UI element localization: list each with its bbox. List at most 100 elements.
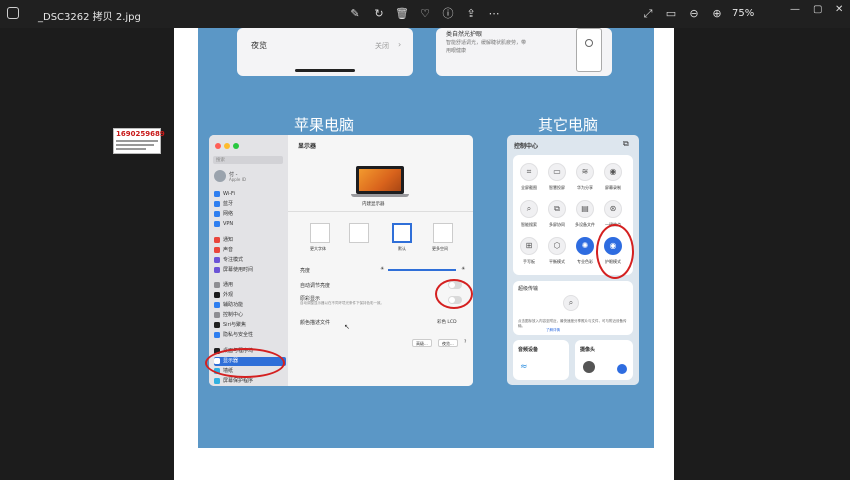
share-button[interactable]: ≋ bbox=[576, 163, 594, 181]
advanced-button[interactable]: 高级... bbox=[412, 339, 432, 347]
sidebar-item-notifications[interactable]: 通知 bbox=[214, 236, 286, 245]
learn-more-link[interactable]: 了解详情 bbox=[546, 328, 560, 333]
balance-mode-button[interactable]: ⬡ bbox=[548, 237, 566, 255]
appearance-icon bbox=[214, 291, 220, 298]
search-input[interactable]: 搜索 bbox=[213, 156, 283, 164]
screenshot-button[interactable]: ⌗ bbox=[520, 163, 538, 181]
sidebar-item-control-center[interactable]: 控制中心 bbox=[214, 311, 286, 320]
avatar[interactable] bbox=[214, 170, 226, 182]
sidebar-item-sound[interactable]: 声音 bbox=[214, 246, 286, 255]
sidebar-item-screentime[interactable]: 屏幕使用时间 bbox=[214, 266, 286, 275]
annotation-circle-eye-care bbox=[596, 224, 634, 279]
power-icon[interactable] bbox=[617, 364, 627, 374]
camera-icon bbox=[583, 361, 595, 373]
zoom-in-icon[interactable]: ⊕ bbox=[709, 6, 725, 22]
edit-icon[interactable]: ✎ bbox=[347, 6, 363, 22]
advanced-button-label: 高级... bbox=[416, 341, 428, 346]
mode-larger-text[interactable] bbox=[310, 223, 330, 243]
help-button[interactable]: ? bbox=[464, 340, 466, 345]
camera-card[interactable]: 摄像头 bbox=[575, 340, 633, 380]
minimize-dot[interactable] bbox=[224, 143, 230, 149]
sidebar-label: 隐私与安全性 bbox=[223, 332, 254, 338]
bluetooth-icon bbox=[214, 200, 220, 207]
night-shift-value[interactable]: 关闭 bbox=[375, 41, 389, 51]
night-shift-button-label: 夜览... bbox=[442, 341, 454, 346]
divider bbox=[288, 211, 473, 212]
mode-medium[interactable] bbox=[349, 223, 369, 243]
sidebar-item-focus[interactable]: 专注模式 bbox=[214, 256, 286, 265]
network-icon bbox=[214, 210, 220, 217]
control-center-title: 控制中心 bbox=[514, 143, 539, 150]
more-icon[interactable]: ⋯ bbox=[486, 6, 502, 22]
audio-label: 音频设备 bbox=[518, 347, 539, 353]
rotate-icon[interactable]: ↻ bbox=[371, 6, 387, 22]
night-shift-button[interactable]: 夜览... bbox=[438, 339, 458, 347]
mac-main-panel: 显示器 内建显示器 更大字体 默认 更多空间 亮度 ☀ ☀ 自动调节亮度 原彩显… bbox=[288, 135, 473, 386]
sidebar-item-general[interactable]: 通用 bbox=[214, 281, 286, 290]
sidebar-label: 控制中心 bbox=[223, 312, 244, 318]
control-center-icon bbox=[214, 311, 220, 318]
sidebar-item-vpn[interactable]: VPN bbox=[214, 220, 286, 229]
sidebar-item-screensaver[interactable]: 屏幕保护程序 bbox=[214, 377, 286, 386]
display-name: 内建显示器 bbox=[362, 202, 385, 207]
share-icon[interactable]: ⇪ bbox=[463, 6, 479, 22]
delete-icon[interactable]: 🗑 bbox=[394, 6, 410, 22]
sidebar-item-privacy[interactable]: 隐私与安全性 bbox=[214, 331, 286, 340]
favorite-icon[interactable]: ♡ bbox=[417, 6, 433, 22]
tablet-button[interactable]: ⊞ bbox=[520, 237, 538, 255]
control-label: 智慧投屏 bbox=[549, 185, 565, 190]
wifi-icon bbox=[214, 190, 220, 197]
info-icon[interactable]: ⓘ bbox=[440, 6, 456, 22]
control-label: 多设备文件 bbox=[575, 222, 595, 227]
sidebar-item-accessibility[interactable]: 辅助功能 bbox=[214, 301, 286, 310]
expand-icon[interactable]: ⤢ bbox=[640, 6, 656, 22]
chevron-right-icon: › bbox=[398, 40, 402, 49]
pro-color-button[interactable]: ✺ bbox=[576, 237, 594, 255]
cast-button[interactable]: ▭ bbox=[548, 163, 566, 181]
sidebar-item-siri[interactable]: Siri与聚焦 bbox=[214, 321, 286, 330]
image-icon bbox=[7, 7, 19, 19]
sidebar-item-network[interactable]: 网络 bbox=[214, 210, 286, 219]
profile-select[interactable]: 彩色 LCD bbox=[437, 319, 457, 325]
sticker-line bbox=[116, 144, 154, 146]
mode-default[interactable] bbox=[392, 223, 412, 243]
search-button[interactable]: ⌕ bbox=[520, 200, 538, 218]
record-button[interactable]: ◉ bbox=[604, 163, 622, 181]
hand-icon bbox=[214, 331, 220, 338]
vpn-icon bbox=[214, 220, 220, 227]
close-button[interactable]: ✕ bbox=[835, 4, 843, 15]
sidebar-label: 通用 bbox=[223, 282, 234, 288]
laptop-illustration bbox=[356, 166, 404, 194]
hotspot-button[interactable]: ⊛ bbox=[604, 200, 622, 218]
edit-icon[interactable]: ⧉ bbox=[623, 139, 629, 149]
sidebar-label: 专注模式 bbox=[223, 257, 244, 263]
sidebar-item-appearance[interactable]: 外观 bbox=[214, 291, 286, 300]
sidebar-label: 蓝牙 bbox=[223, 201, 234, 207]
phone-illustration bbox=[576, 28, 602, 72]
laptop-screen bbox=[359, 169, 401, 191]
sidebar-label: Wi-Fi bbox=[223, 191, 235, 197]
sticker-line bbox=[116, 148, 146, 150]
files-button[interactable]: ▤ bbox=[576, 200, 594, 218]
search-icon[interactable]: ⌕ bbox=[563, 295, 579, 311]
multiscreen-button[interactable]: ⧉ bbox=[548, 200, 566, 218]
moon-icon bbox=[214, 256, 220, 263]
siri-icon bbox=[214, 321, 220, 328]
minimize-button[interactable]: — bbox=[790, 4, 800, 15]
zoom-dot[interactable] bbox=[233, 143, 239, 149]
maximize-button[interactable]: ▢ bbox=[813, 4, 822, 15]
speaker-icon bbox=[214, 246, 220, 253]
close-dot[interactable] bbox=[215, 143, 221, 149]
eye-care-title: 类自然光护眼 bbox=[446, 31, 483, 38]
control-label: 专业色彩 bbox=[577, 259, 593, 264]
mode-more-space[interactable] bbox=[433, 223, 453, 243]
sidebar-item-bluetooth[interactable]: 蓝牙 bbox=[214, 200, 286, 209]
fit-icon[interactable]: ▭ bbox=[663, 6, 679, 22]
sidebar-label: VPN bbox=[223, 221, 234, 227]
control-label: 全屏截图 bbox=[521, 185, 537, 190]
audio-card[interactable]: 音频设备 ≈ bbox=[513, 340, 569, 380]
sticker-number: 1690259689 bbox=[116, 130, 165, 138]
zoom-out-icon[interactable]: ⊖ bbox=[686, 6, 702, 22]
sidebar-item-wifi[interactable]: Wi-Fi bbox=[214, 190, 286, 199]
brightness-slider[interactable] bbox=[388, 269, 456, 271]
